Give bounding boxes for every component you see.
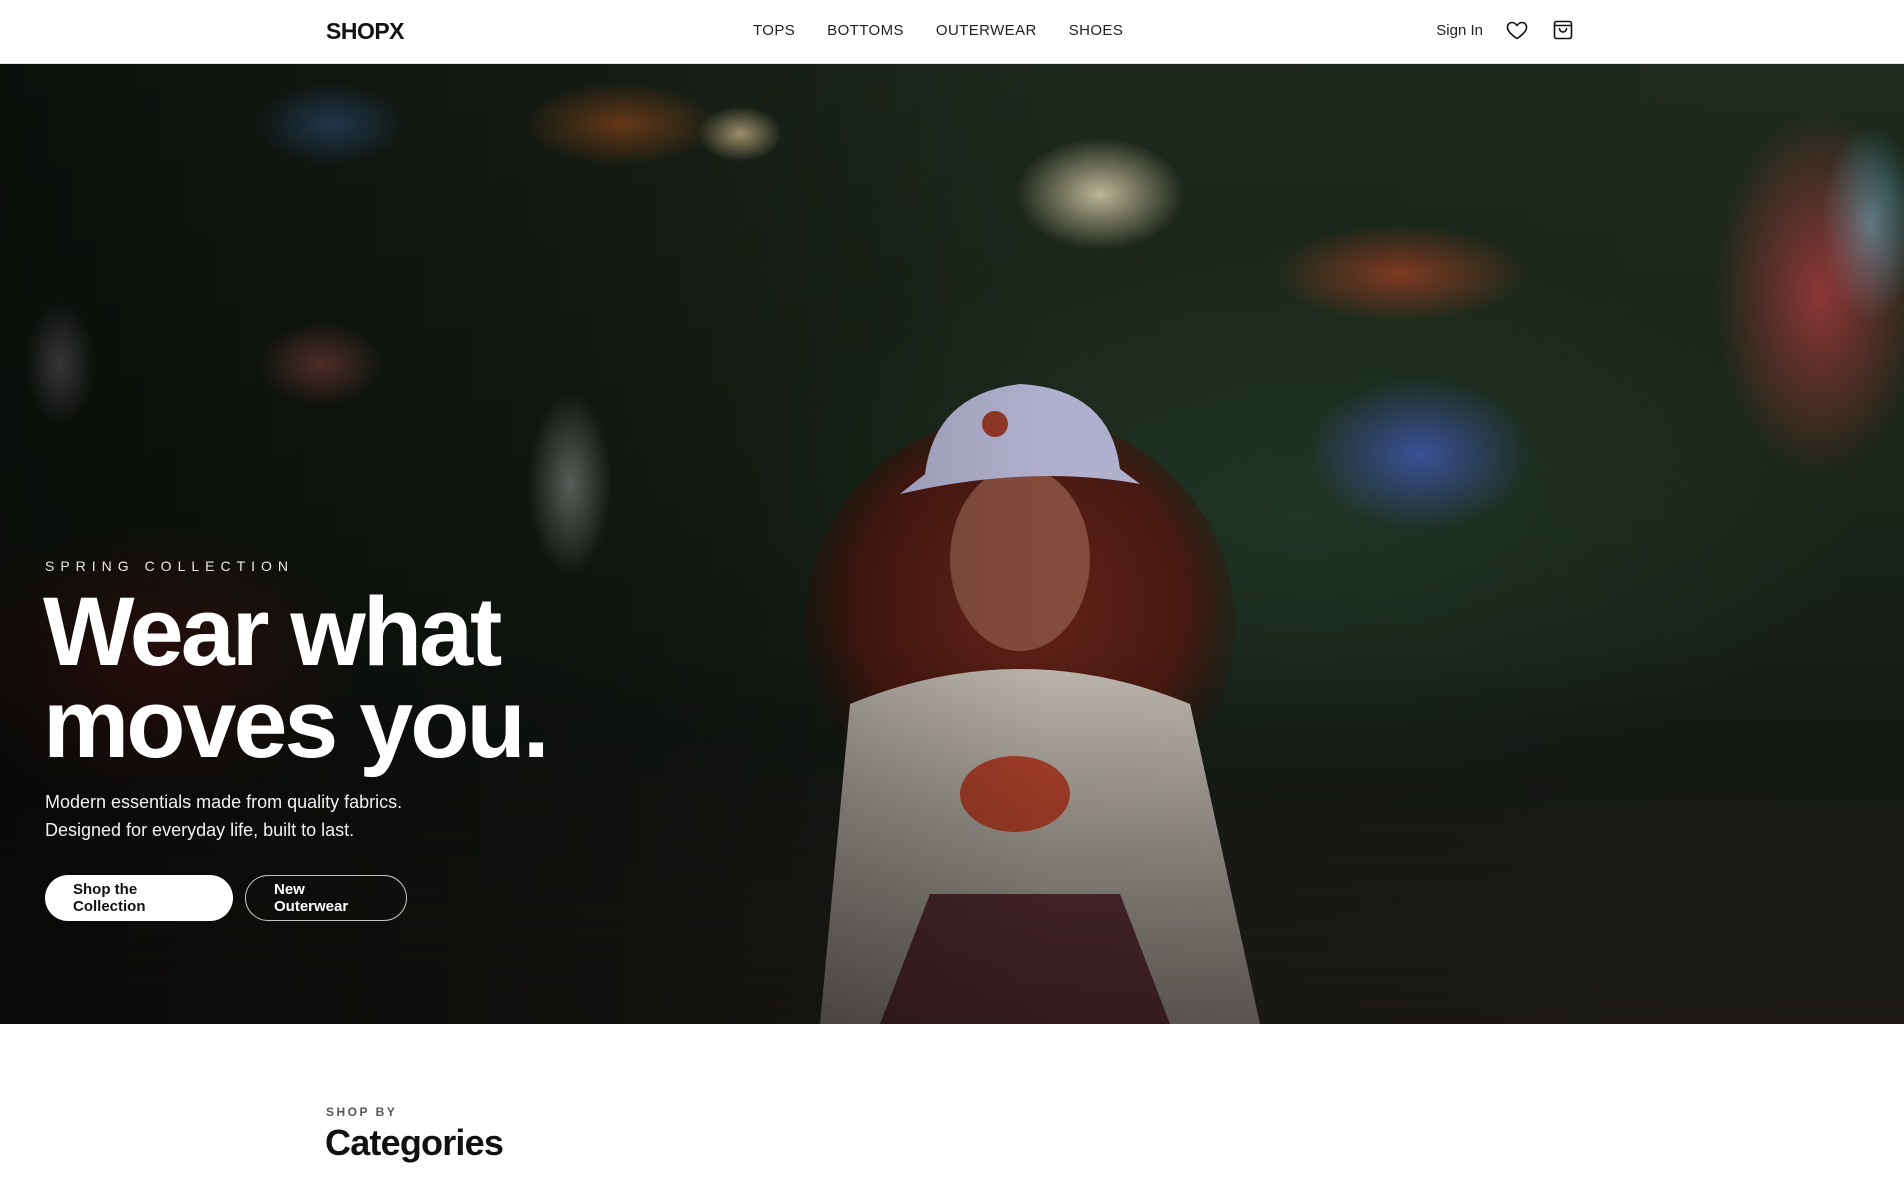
- section-eyebrow: SHOP BY: [326, 1105, 398, 1119]
- hero-headline-line-2: moves you.: [43, 669, 550, 778]
- main-nav: TOPS BOTTOMS OUTERWEAR SHOES: [753, 22, 1123, 39]
- nav-item-outerwear[interactable]: OUTERWEAR: [936, 22, 1037, 39]
- shop-collection-button[interactable]: Shop the Collection: [45, 875, 233, 921]
- hero-subtext: Modern essentials made from quality fabr…: [45, 788, 505, 844]
- hero-cta-group: Shop the Collection New Outerwear: [45, 875, 407, 921]
- hero-headline: Wear what moves you.: [43, 583, 683, 772]
- header-actions: Sign In: [1436, 18, 1575, 42]
- hero-banner: SPRING COLLECTION Wear what moves you. M…: [0, 64, 1904, 1024]
- nav-item-bottoms[interactable]: BOTTOMS: [827, 22, 904, 39]
- nav-item-tops[interactable]: TOPS: [753, 22, 795, 39]
- site-header: SHOPX TOPS BOTTOMS OUTERWEAR SHOES Sign …: [0, 0, 1904, 64]
- new-outerwear-button[interactable]: New Outerwear: [245, 875, 407, 921]
- sign-in-link[interactable]: Sign In: [1436, 22, 1483, 39]
- categories-title: Categories: [325, 1122, 504, 1163]
- shopping-bag-icon[interactable]: [1551, 18, 1575, 42]
- hero-eyebrow: SPRING COLLECTION: [45, 558, 295, 574]
- hero-subtext-line-1: Modern essentials made from quality fabr…: [45, 792, 403, 812]
- nav-item-shoes[interactable]: SHOES: [1069, 22, 1124, 39]
- heart-icon[interactable]: [1505, 18, 1529, 42]
- hero-subtext-line-2: Designed for everyday life, built to las…: [45, 820, 355, 840]
- logo[interactable]: SHOPX: [326, 18, 405, 45]
